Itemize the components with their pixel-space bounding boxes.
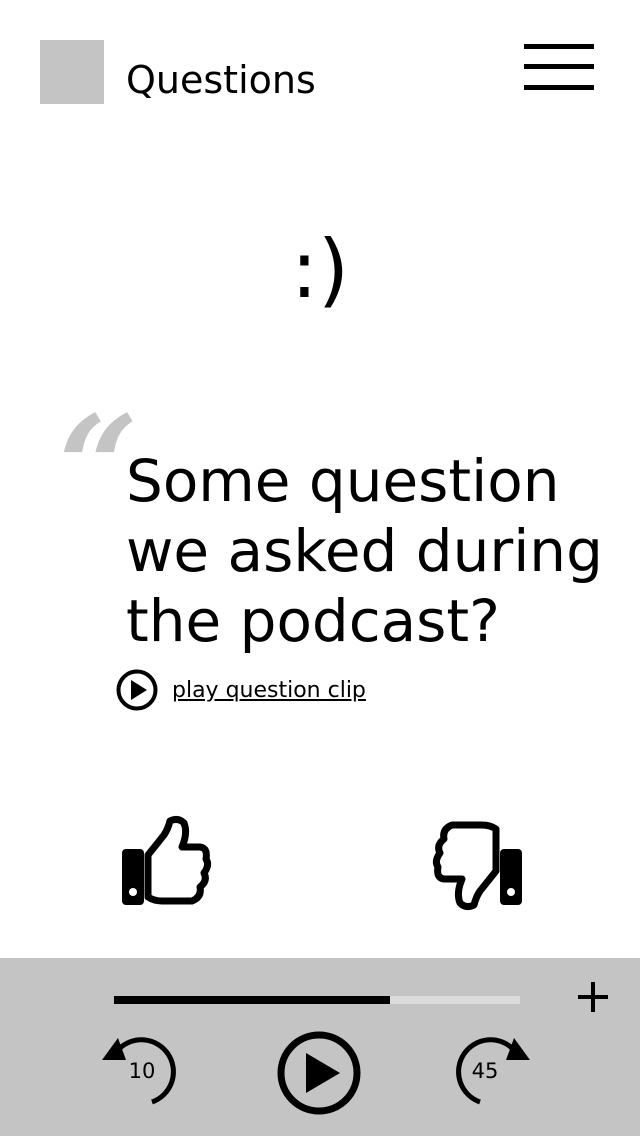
play-question-clip-label[interactable]: play question clip bbox=[172, 678, 366, 703]
audio-player-bar: 10 45 bbox=[0, 958, 640, 1136]
hamburger-menu-icon[interactable] bbox=[520, 40, 600, 96]
app-logo bbox=[40, 40, 104, 104]
page-title: Questions bbox=[126, 58, 316, 102]
play-button[interactable] bbox=[276, 1030, 362, 1116]
plus-icon[interactable] bbox=[572, 976, 614, 1018]
forward-seconds: 45 bbox=[471, 1059, 499, 1083]
play-circle-icon bbox=[116, 669, 158, 711]
forward-button[interactable]: 45 bbox=[450, 1030, 536, 1116]
progress-fill bbox=[114, 996, 391, 1004]
menu-bar bbox=[524, 85, 594, 90]
menu-bar bbox=[524, 44, 594, 49]
progress-bar[interactable] bbox=[114, 996, 520, 1004]
smiley-emoticon: :) bbox=[290, 223, 350, 316]
play-question-clip-button[interactable]: play question clip bbox=[116, 668, 366, 712]
rewind-seconds: 10 bbox=[128, 1059, 156, 1083]
menu-bar bbox=[524, 64, 594, 69]
question-text: Some question we asked during the podcas… bbox=[126, 447, 603, 655]
thumbs-down-icon[interactable] bbox=[432, 815, 526, 911]
rewind-button[interactable]: 10 bbox=[96, 1030, 182, 1116]
thumbs-up-icon[interactable] bbox=[118, 815, 212, 911]
play-circle-icon bbox=[277, 1031, 361, 1115]
